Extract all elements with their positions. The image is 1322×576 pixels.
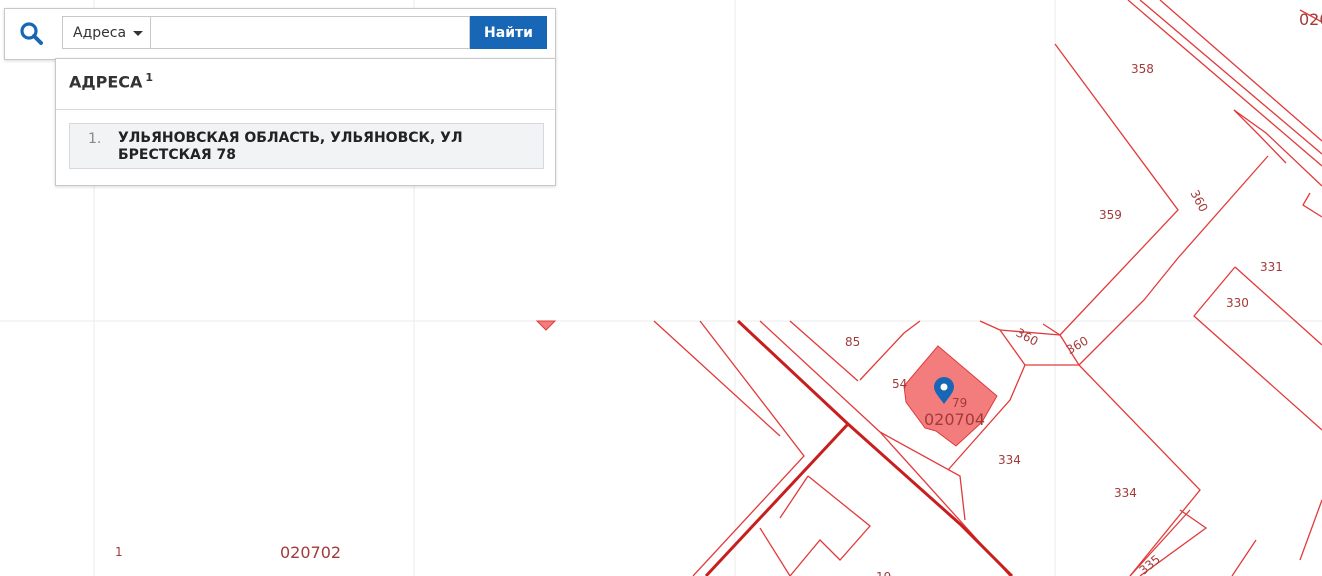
parcel-boundaries xyxy=(653,0,1322,576)
search-input[interactable] xyxy=(151,16,470,49)
parcel-label-358: 358 xyxy=(1131,62,1154,76)
search-type-select[interactable]: Адреса xyxy=(62,16,151,49)
search-icon[interactable] xyxy=(19,21,45,47)
result-number: 1. xyxy=(88,131,102,147)
parcel-label-360: 360 xyxy=(1064,333,1091,357)
find-button[interactable]: Найти xyxy=(470,16,547,49)
parcel-label-79: 79 xyxy=(952,396,967,410)
chevron-down-icon xyxy=(133,31,143,36)
result-address: УЛЬЯНОВСКАЯ ОБЛАСТЬ, УЛЬЯНОВСК, УЛ БРЕСТ… xyxy=(118,130,463,163)
parcel-label-19: 19 xyxy=(876,570,891,576)
parcel-label-1: 1 xyxy=(115,545,123,559)
parcel-label-54: 54 xyxy=(892,377,907,391)
search-type-label: Адреса xyxy=(73,25,127,41)
parcel-label-360: 360 xyxy=(1188,188,1211,215)
divider xyxy=(56,109,555,110)
results-heading: АДРЕСА 1 xyxy=(69,71,153,91)
parcel-label-330: 330 xyxy=(1226,296,1249,310)
search-toolbar: Адреса Найти xyxy=(4,8,556,60)
quarter-label-020-edge: 020 xyxy=(1299,10,1322,29)
parcel-label-334: 334 xyxy=(998,453,1021,467)
parcel-label-359: 359 xyxy=(1099,208,1122,222)
results-panel: АДРЕСА 1 1. УЛЬЯНОВСКАЯ ОБЛАСТЬ, УЛЬЯНОВС… xyxy=(55,58,556,186)
result-item[interactable]: 1. УЛЬЯНОВСКАЯ ОБЛАСТЬ, УЛЬЯНОВСК, УЛ БР… xyxy=(69,123,544,169)
parcel-label-331: 331 xyxy=(1260,260,1283,274)
parcel-label-85: 85 xyxy=(845,335,860,349)
parcel-label-360: 360 xyxy=(1014,326,1041,349)
parcel-fragment xyxy=(535,320,557,331)
results-count: 1 xyxy=(145,71,154,84)
parcel-label-334: 334 xyxy=(1114,486,1137,500)
quarter-label-020704: 020704 xyxy=(924,410,985,429)
parcel-label-335: 335 xyxy=(1136,552,1163,576)
results-heading-text: АДРЕСА xyxy=(69,72,143,92)
quarter-label-020702: 020702 xyxy=(280,543,341,562)
